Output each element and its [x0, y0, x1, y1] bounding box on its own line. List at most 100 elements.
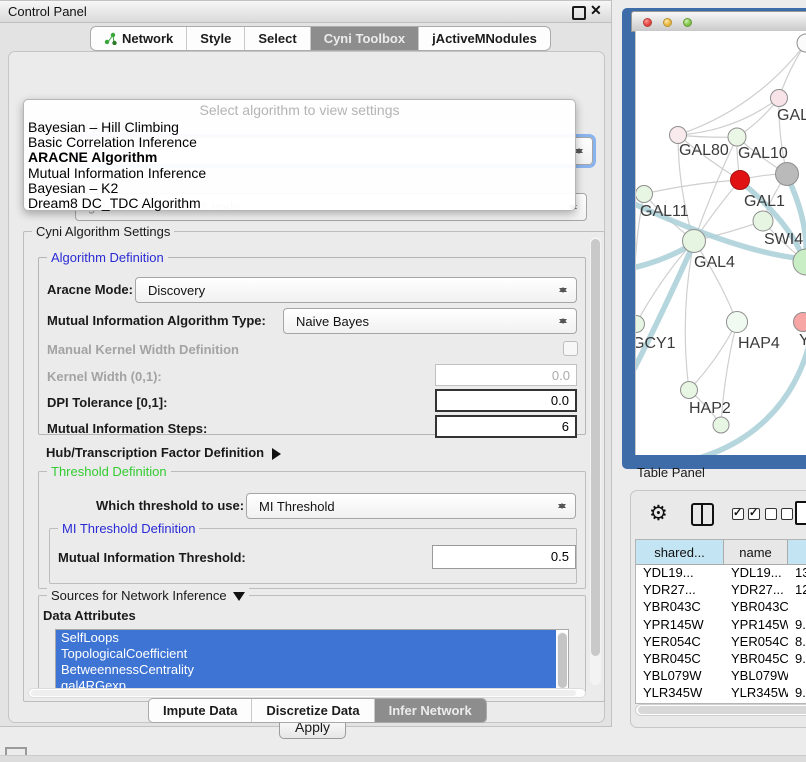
algorithm-option[interactable]: Bayesian – K2 — [24, 181, 575, 196]
network-node-gal7[interactable] — [771, 90, 788, 107]
sources-group: Sources for Network Inference Data Attri… — [38, 595, 586, 695]
node-label: GAL11 — [640, 203, 689, 220]
network-node-y[interactable] — [794, 313, 806, 332]
table-cell: YPR145W — [724, 617, 788, 634]
algorithm-option[interactable]: ARACNE Algorithm — [24, 150, 575, 165]
node-label: HAP4 — [738, 335, 780, 352]
select-all-icon[interactable] — [732, 508, 760, 520]
network-node[interactable] — [797, 34, 806, 52]
node-label: SWI4 — [764, 231, 803, 248]
settings-horizontal-scrollbar[interactable] — [28, 688, 586, 698]
network-edge[interactable] — [644, 180, 740, 194]
tab-jactivemnodules[interactable]: jActiveMNodules — [418, 27, 550, 50]
network-canvas[interactable]: GAL7GAL80GAL10GAL1GAL11SWI4GAL4GCY1HAP4Y… — [635, 31, 806, 455]
bottom-tabbar: Impute DataDiscretize DataInfer Network — [148, 698, 487, 723]
dpi-tolerance-label: DPI Tolerance [0,1]: — [47, 395, 167, 410]
float-window-icon[interactable] — [572, 6, 586, 20]
bottom-tab-infer-network[interactable]: Infer Network — [374, 699, 486, 722]
network-node-swi4[interactable] — [753, 211, 773, 231]
bottom-divider — [0, 755, 806, 762]
table-row[interactable]: YBR043CYBR043C — [636, 599, 806, 616]
network-node-gcy1[interactable] — [636, 316, 645, 333]
network-node-gal4[interactable] — [683, 230, 706, 253]
threshold-definition-title: Threshold Definition — [47, 464, 171, 479]
split-view-icon[interactable] — [691, 503, 714, 526]
control-panel-titlebar: Control Panel ✕ — [0, 1, 611, 23]
mi-type-combo[interactable]: Naive Bayes — [283, 308, 577, 334]
network-node-hap4[interactable] — [727, 312, 748, 333]
table-row[interactable]: YPR145WYPR145W9. — [636, 617, 806, 634]
table-horizontal-scrollbar[interactable] — [635, 704, 806, 716]
table-panel-title: Table Panel — [637, 465, 705, 480]
network-node-gal80[interactable] — [670, 127, 687, 144]
attribute-item[interactable]: TopologicalCoefficient — [56, 646, 556, 662]
network-node[interactable] — [713, 417, 729, 433]
table-cell: YDR27... — [636, 582, 724, 599]
column-header[interactable]: name — [724, 540, 788, 565]
tab-cyni-toolbox[interactable]: Cyni Toolbox — [310, 27, 418, 50]
network-view-window: GAL7GAL80GAL10GAL1GAL11SWI4GAL4GCY1HAP4Y… — [622, 8, 806, 469]
algorithm-dropdown-prompt: Select algorithm to view settings — [24, 100, 575, 120]
tab-network[interactable]: Network — [91, 27, 186, 50]
page-icon[interactable] — [795, 501, 806, 525]
manual-kernel-checkbox[interactable] — [563, 341, 578, 356]
gear-icon[interactable]: ⚙ — [649, 501, 668, 526]
close-icon[interactable]: ✕ — [590, 2, 602, 19]
close-traffic-light-icon[interactable] — [643, 18, 652, 27]
attributes-scrollbar[interactable] — [557, 632, 567, 690]
threshold-definition-group: Threshold Definition Which threshold to … — [38, 471, 586, 589]
table-row[interactable]: YLR345WYLR345W9. — [636, 685, 806, 702]
mi-threshold-field[interactable]: 0.5 — [432, 545, 576, 569]
table-row[interactable]: YER054CYER054C8. — [636, 634, 806, 651]
algorithm-option[interactable]: Bayesian – Hill Climbing — [24, 120, 575, 135]
network-node-gal10[interactable] — [728, 128, 746, 146]
node-table[interactable]: shared...nameA YDL19...YDL19...13YDR27..… — [635, 539, 806, 704]
tab-style[interactable]: Style — [186, 27, 244, 50]
attribute-item[interactable]: BetweennessCentrality — [56, 662, 556, 678]
table-cell: YER054C — [636, 634, 724, 651]
mi-steps-label: Mutual Information Steps: — [47, 421, 207, 436]
manual-kernel-label: Manual Kernel Width Definition — [47, 342, 239, 357]
algorithm-option[interactable]: Mutual Information Inference — [24, 166, 575, 181]
collapse-arrow-icon — [272, 448, 287, 460]
data-attributes-list[interactable]: SelfLoopsTopologicalCoefficientBetweenne… — [55, 629, 569, 693]
settings-panel: Inference Algorithm gal-filtered.sif def… — [8, 51, 605, 723]
deselect-all-icon[interactable] — [765, 508, 793, 520]
table-cell: YLR345W — [724, 685, 788, 702]
mi-threshold-definition-group: MI Threshold Definition Mutual Informati… — [49, 528, 577, 584]
kernel-width-field[interactable]: 0.0 — [435, 364, 577, 386]
hub-definition-toggle[interactable]: Hub/Transcription Factor Definition — [46, 445, 287, 460]
network-node-gal1[interactable] — [731, 171, 750, 190]
table-cell: YBR043C — [724, 599, 788, 616]
table-row[interactable]: YBR045CYBR045C9. — [636, 651, 806, 668]
algorithm-option[interactable]: Basic Correlation Inference — [24, 135, 575, 150]
network-node-hap2[interactable] — [681, 382, 698, 399]
table-cell: YBL079W — [724, 668, 788, 685]
zoom-traffic-light-icon[interactable] — [683, 18, 692, 27]
network-titlebar[interactable] — [631, 11, 806, 32]
stepper-arrows-icon — [559, 314, 567, 328]
bottom-tab-impute-data[interactable]: Impute Data — [149, 699, 251, 722]
bottom-tab-discretize-data[interactable]: Discretize Data — [251, 699, 373, 722]
table-cell: YLR345W — [636, 685, 724, 702]
table-row[interactable]: YDL19...YDL19...13 — [636, 565, 806, 582]
which-threshold-combo[interactable]: MI Threshold — [246, 493, 576, 519]
table-row[interactable]: YDR27...YDR27...12 — [636, 582, 806, 599]
tab-select[interactable]: Select — [244, 27, 309, 50]
table-row[interactable]: YBL079WYBL079W — [636, 668, 806, 685]
node-label: GAL4 — [694, 254, 735, 271]
minimize-traffic-light-icon[interactable] — [663, 18, 672, 27]
algorithm-option[interactable]: Dream8 DC_TDC Algorithm — [24, 196, 575, 211]
column-header[interactable]: shared... — [636, 540, 724, 565]
sources-title[interactable]: Sources for Network Inference — [47, 588, 249, 607]
node-label: GCY1 — [636, 335, 676, 352]
attribute-item[interactable]: SelfLoops — [56, 630, 556, 646]
mi-steps-field[interactable]: 6 — [435, 415, 577, 438]
dpi-tolerance-field[interactable]: 0.0 — [435, 389, 577, 412]
data-attributes-label: Data Attributes — [43, 608, 136, 623]
network-node[interactable] — [776, 163, 799, 186]
settings-vertical-scrollbar[interactable] — [590, 237, 601, 685]
network-node-gal11[interactable] — [636, 186, 653, 203]
column-header[interactable]: A — [788, 540, 806, 565]
aracne-mode-combo[interactable]: Discovery — [135, 277, 577, 303]
